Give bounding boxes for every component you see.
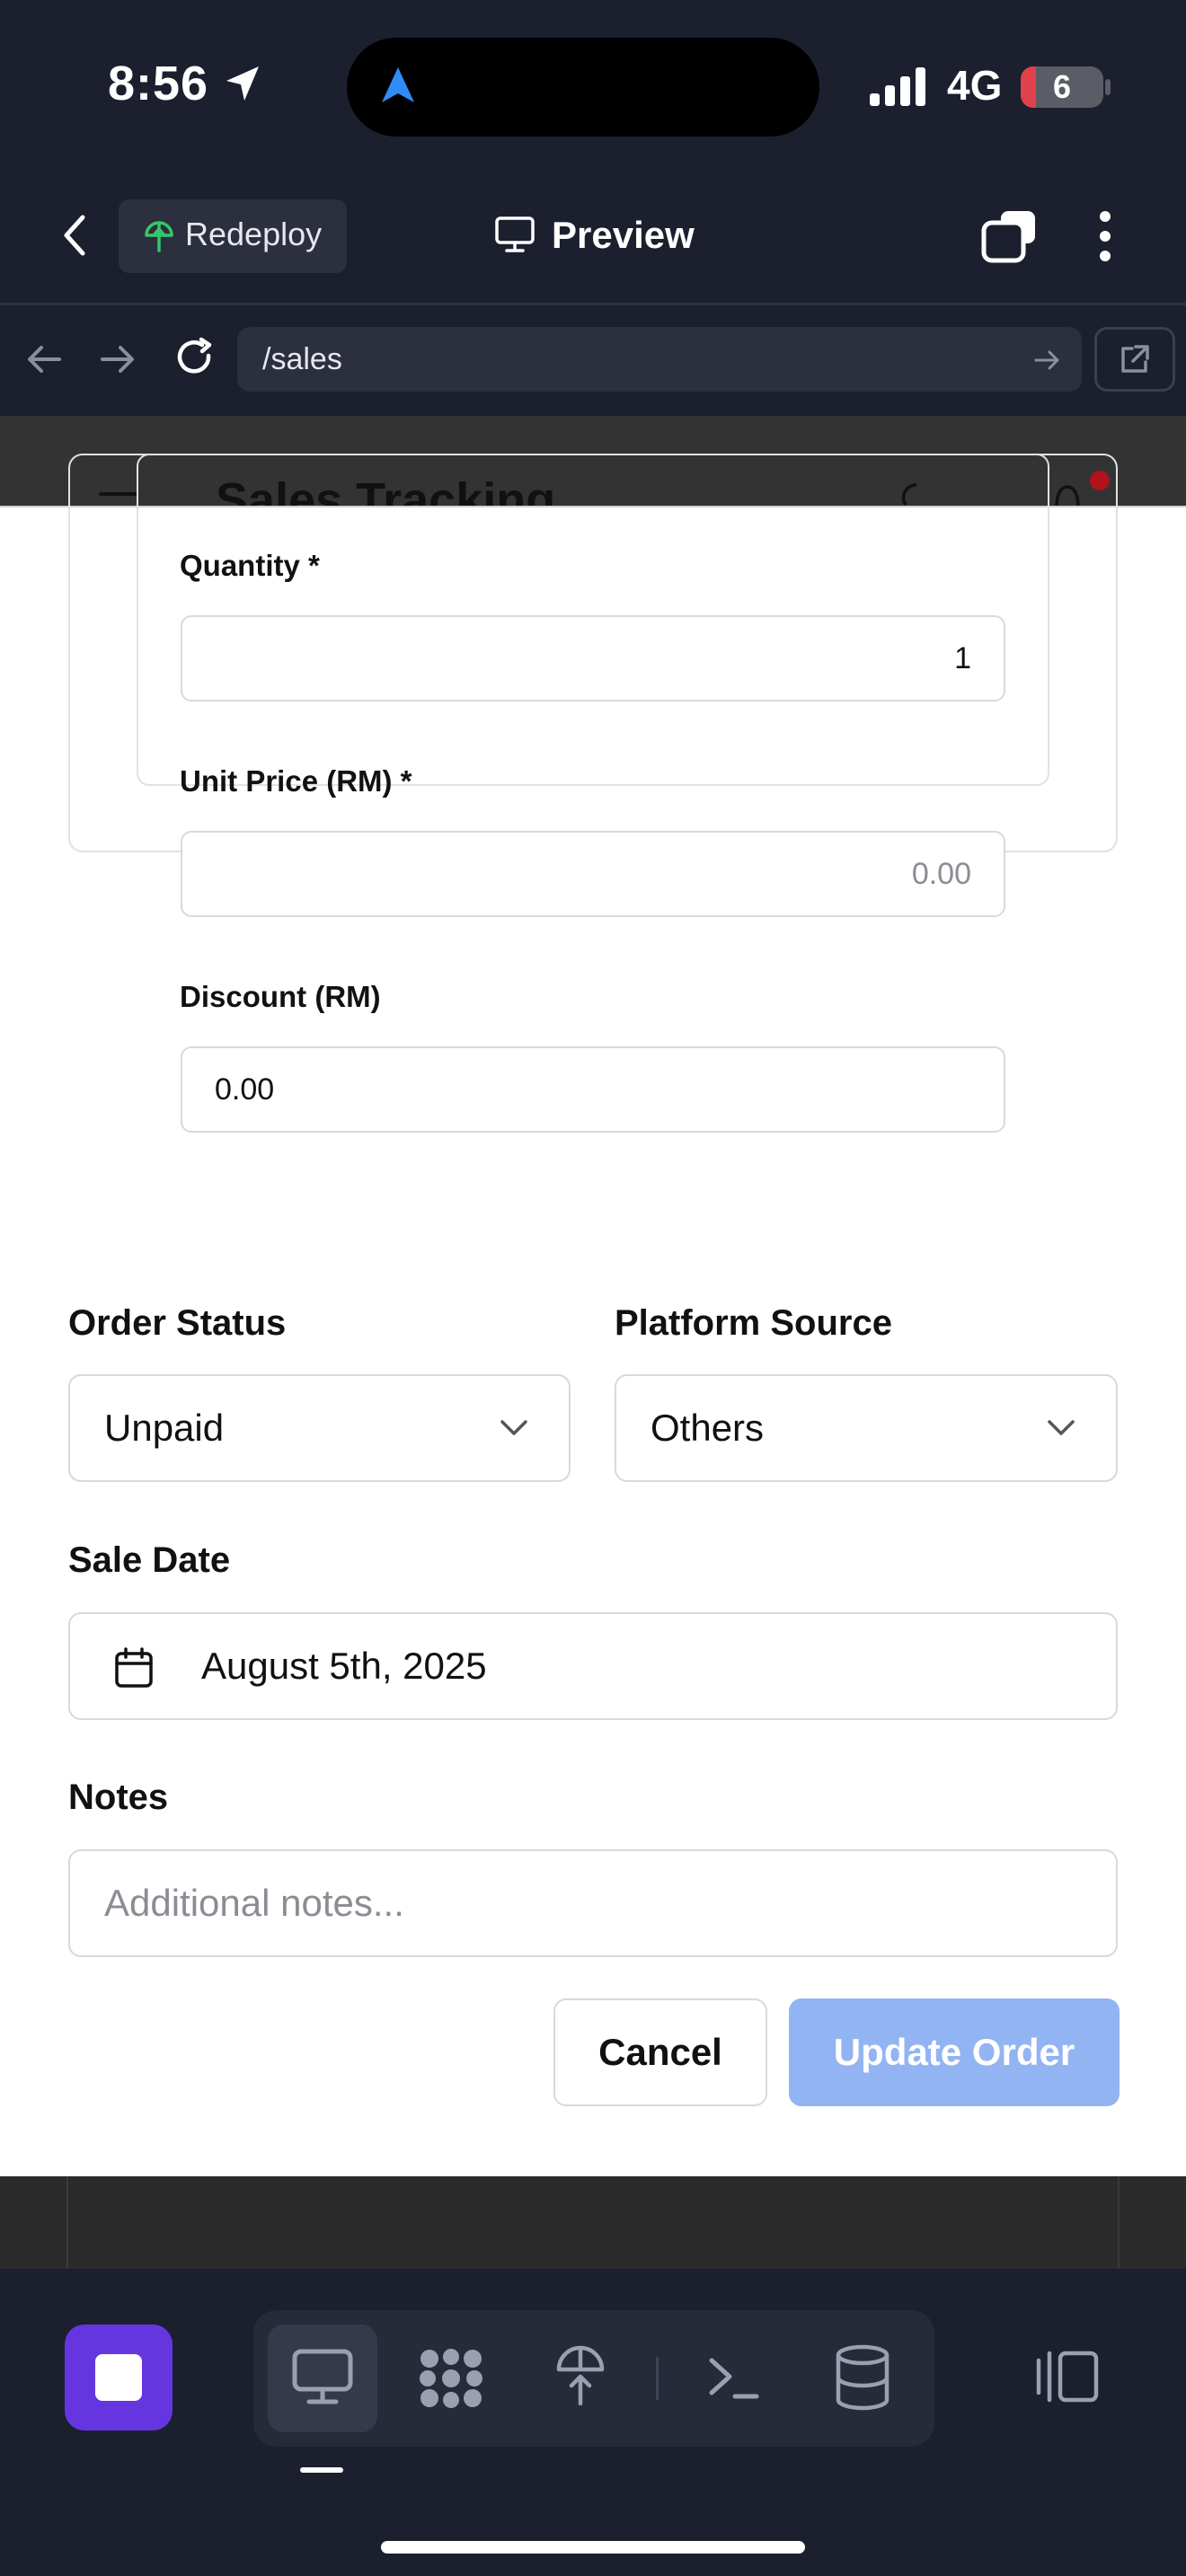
chevron-down-icon <box>1048 1420 1075 1435</box>
database-icon[interactable] <box>834 2344 891 2411</box>
notes-label: Notes <box>68 1778 169 1817</box>
platform-source-value: Others <box>651 1407 765 1449</box>
more-vertical-icon[interactable] <box>1094 208 1116 264</box>
home-indicator <box>381 2541 805 2554</box>
background-app-content-edge <box>66 2176 1120 2269</box>
redeploy-label: Redeploy <box>185 216 323 252</box>
notes-input[interactable]: Additional notes... <box>68 1849 1118 1957</box>
reload-icon[interactable] <box>173 336 217 381</box>
forward-arrow-icon[interactable] <box>99 341 137 377</box>
signal-icon <box>870 67 925 106</box>
unit-price-label: Unit Price (RM) * <box>180 764 412 798</box>
order-status-label: Order Status <box>68 1303 287 1343</box>
battery-icon: 6 <box>1021 66 1103 108</box>
back-chevron-icon[interactable] <box>58 212 93 259</box>
location-arrow-icon <box>226 66 259 101</box>
tabs-icon[interactable] <box>979 208 1039 264</box>
discount-input[interactable]: 0.00 <box>181 1046 1005 1133</box>
platform-source-select[interactable]: Others <box>615 1374 1118 1482</box>
url-field[interactable] <box>237 327 1082 392</box>
sale-date-value: August 5th, 2025 <box>201 1645 487 1687</box>
order-status-value: Unpaid <box>104 1407 225 1449</box>
quantity-input[interactable]: 1 <box>181 615 1005 701</box>
external-link-icon <box>1121 345 1149 373</box>
cancel-button[interactable]: Cancel <box>553 1998 767 2106</box>
redeploy-icon <box>145 221 173 252</box>
platform-source-label: Platform Source <box>615 1303 892 1343</box>
network-type: 4G <box>947 62 1003 109</box>
sale-date-label: Sale Date <box>68 1540 231 1580</box>
quantity-label: Quantity * <box>180 549 320 582</box>
discount-label: Discount (RM) <box>180 980 381 1013</box>
update-order-button[interactable]: Update Order <box>789 1998 1120 2106</box>
preview-title: Preview <box>552 214 695 256</box>
go-arrow-icon[interactable] <box>1033 347 1062 374</box>
monitor-icon <box>495 216 535 252</box>
monitor-icon <box>292 2349 353 2404</box>
terminal-icon[interactable] <box>706 2353 760 2402</box>
split-view-icon[interactable] <box>1033 2348 1102 2405</box>
calendar-icon <box>115 1647 153 1688</box>
sale-date-picker[interactable]: August 5th, 2025 <box>68 1612 1118 1720</box>
deploy-icon[interactable] <box>553 2341 607 2405</box>
unit-price-input[interactable]: 0.00 <box>181 831 1005 917</box>
active-tab-indicator <box>300 2467 343 2473</box>
status-time: 8:56 <box>108 57 209 110</box>
tool-divider <box>656 2357 659 2400</box>
battery-percent: 6 <box>1052 68 1072 105</box>
apps-icon[interactable] <box>417 2346 485 2411</box>
order-status-select[interactable]: Unpaid <box>68 1374 571 1482</box>
navigation-app-icon <box>382 67 414 102</box>
stop-icon <box>95 2354 142 2401</box>
chevron-down-icon <box>500 1420 527 1435</box>
url-text: /sales <box>262 342 342 376</box>
battery-cap <box>1105 79 1111 95</box>
back-arrow-icon[interactable] <box>25 341 63 377</box>
